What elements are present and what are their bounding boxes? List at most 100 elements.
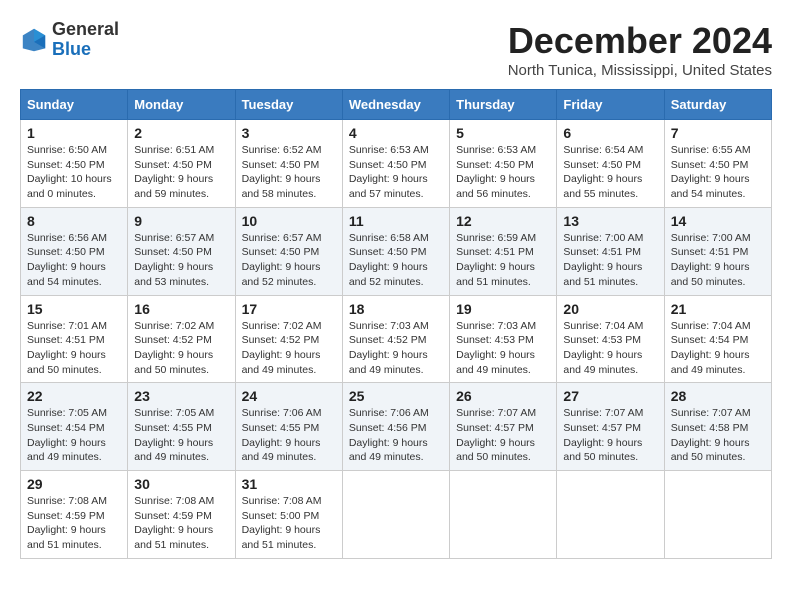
day-number: 2 (134, 125, 228, 141)
day-number: 26 (456, 388, 550, 404)
day-info: Sunrise: 7:07 AM Sunset: 4:57 PM Dayligh… (456, 406, 550, 465)
calendar-cell: 30Sunrise: 7:08 AM Sunset: 4:59 PM Dayli… (128, 471, 235, 559)
day-info: Sunrise: 7:00 AM Sunset: 4:51 PM Dayligh… (563, 231, 657, 290)
calendar-cell: 26 Sunrise: 7:07 AM Sunset: 4:57 PM Dayli… (450, 383, 557, 471)
title-area: December 2024 North Tunica, Mississippi,… (508, 20, 772, 79)
day-number: 13 (563, 213, 657, 229)
day-info: Sunrise: 6:55 AM Sunset: 4:50 PM Dayligh… (671, 143, 765, 202)
day-info: Sunrise: 6:58 AM Sunset: 4:50 PM Dayligh… (349, 231, 443, 290)
calendar-header-friday: Friday (557, 90, 664, 120)
month-title: December 2024 (508, 20, 772, 62)
day-info: Sunrise: 7:08 AM Sunset: 4:59 PM Dayligh… (134, 494, 228, 553)
calendar-cell: 11Sunrise: 6:58 AM Sunset: 4:50 PM Dayli… (342, 207, 449, 295)
calendar-header-wednesday: Wednesday (342, 90, 449, 120)
day-info: Sunrise: 6:50 AM Sunset: 4:50 PM Dayligh… (27, 143, 121, 202)
day-info: Sunrise: 6:53 AM Sunset: 4:50 PM Dayligh… (456, 143, 550, 202)
day-number: 12 (456, 213, 550, 229)
calendar-cell: 16 Sunrise: 7:02 AM Sunset: 4:52 PM Dayli… (128, 295, 235, 383)
location-title: North Tunica, Mississippi, United States (508, 62, 772, 79)
day-info: Sunrise: 7:02 AM Sunset: 4:52 PM Dayligh… (134, 319, 228, 378)
calendar-cell: 12Sunrise: 6:59 AM Sunset: 4:51 PM Dayli… (450, 207, 557, 295)
calendar-cell: 27 Sunrise: 7:07 AM Sunset: 4:57 PM Dayli… (557, 383, 664, 471)
day-number: 23 (134, 388, 228, 404)
calendar-cell: 4 Sunrise: 6:53 AM Sunset: 4:50 PM Daylig… (342, 120, 449, 208)
day-info: Sunrise: 6:52 AM Sunset: 4:50 PM Dayligh… (242, 143, 336, 202)
day-info: Sunrise: 6:57 AM Sunset: 4:50 PM Dayligh… (242, 231, 336, 290)
logo: General Blue (20, 20, 119, 60)
day-info: Sunrise: 7:06 AM Sunset: 4:56 PM Dayligh… (349, 406, 443, 465)
calendar-cell: 24 Sunrise: 7:06 AM Sunset: 4:55 PM Dayli… (235, 383, 342, 471)
logo-general-text: General (52, 20, 119, 40)
calendar-cell (342, 471, 449, 559)
day-number: 18 (349, 301, 443, 317)
day-info: Sunrise: 7:07 AM Sunset: 4:57 PM Dayligh… (563, 406, 657, 465)
calendar-cell: 17 Sunrise: 7:02 AM Sunset: 4:52 PM Dayli… (235, 295, 342, 383)
logo-blue-text: Blue (52, 40, 119, 60)
day-number: 22 (27, 388, 121, 404)
day-number: 31 (242, 476, 336, 492)
calendar-cell: 19 Sunrise: 7:03 AM Sunset: 4:53 PM Dayli… (450, 295, 557, 383)
calendar-cell: 28Sunrise: 7:07 AM Sunset: 4:58 PM Dayli… (664, 383, 771, 471)
day-info: Sunrise: 6:54 AM Sunset: 4:50 PM Dayligh… (563, 143, 657, 202)
calendar-cell: 18 Sunrise: 7:03 AM Sunset: 4:52 PM Dayli… (342, 295, 449, 383)
day-info: Sunrise: 7:05 AM Sunset: 4:54 PM Dayligh… (27, 406, 121, 465)
calendar-cell: 10Sunrise: 6:57 AM Sunset: 4:50 PM Dayli… (235, 207, 342, 295)
calendar-cell: 29Sunrise: 7:08 AM Sunset: 4:59 PM Dayli… (21, 471, 128, 559)
calendar-week-3: 15 Sunrise: 7:01 AM Sunset: 4:51 PM Dayli… (21, 295, 772, 383)
calendar-header-row: SundayMondayTuesdayWednesdayThursdayFrid… (21, 90, 772, 120)
day-number: 1 (27, 125, 121, 141)
day-info: Sunrise: 7:03 AM Sunset: 4:53 PM Dayligh… (456, 319, 550, 378)
day-info: Sunrise: 7:03 AM Sunset: 4:52 PM Dayligh… (349, 319, 443, 378)
calendar-cell: 2Sunrise: 6:51 AM Sunset: 4:50 PM Daylig… (128, 120, 235, 208)
day-info: Sunrise: 7:05 AM Sunset: 4:55 PM Dayligh… (134, 406, 228, 465)
day-number: 17 (242, 301, 336, 317)
day-number: 8 (27, 213, 121, 229)
calendar-cell (450, 471, 557, 559)
calendar-cell: 9 Sunrise: 6:57 AM Sunset: 4:50 PM Daylig… (128, 207, 235, 295)
calendar-week-1: 1 Sunrise: 6:50 AM Sunset: 4:50 PM Daylig… (21, 120, 772, 208)
calendar-cell: 5Sunrise: 6:53 AM Sunset: 4:50 PM Daylig… (450, 120, 557, 208)
day-number: 24 (242, 388, 336, 404)
page-header: General Blue December 2024 North Tunica,… (20, 20, 772, 79)
calendar-cell: 13 Sunrise: 7:00 AM Sunset: 4:51 PM Dayli… (557, 207, 664, 295)
calendar-week-5: 29 Sunrise: 7:08 AM Sunset: 4:59 PM Dayli… (21, 471, 772, 559)
day-info: Sunrise: 6:53 AM Sunset: 4:50 PM Dayligh… (349, 143, 443, 202)
day-number: 16 (134, 301, 228, 317)
calendar-cell: 15 Sunrise: 7:01 AM Sunset: 4:51 PM Dayli… (21, 295, 128, 383)
calendar-cell: 7 Sunrise: 6:55 AM Sunset: 4:50 PM Daylig… (664, 120, 771, 208)
day-number: 29 (27, 476, 121, 492)
calendar-header-sunday: Sunday (21, 90, 128, 120)
calendar-week-2: 8 Sunrise: 6:56 AM Sunset: 4:50 PM Daylig… (21, 207, 772, 295)
calendar-cell (557, 471, 664, 559)
day-number: 14 (671, 213, 765, 229)
calendar-cell: 25Sunrise: 7:06 AM Sunset: 4:56 PM Dayli… (342, 383, 449, 471)
day-info: Sunrise: 7:06 AM Sunset: 4:55 PM Dayligh… (242, 406, 336, 465)
calendar-cell: 20Sunrise: 7:04 AM Sunset: 4:53 PM Dayli… (557, 295, 664, 383)
day-info: Sunrise: 6:57 AM Sunset: 4:50 PM Dayligh… (134, 231, 228, 290)
calendar-header-monday: Monday (128, 90, 235, 120)
day-info: Sunrise: 7:04 AM Sunset: 4:54 PM Dayligh… (671, 319, 765, 378)
day-number: 19 (456, 301, 550, 317)
calendar-cell: 23 Sunrise: 7:05 AM Sunset: 4:55 PM Dayli… (128, 383, 235, 471)
day-number: 9 (134, 213, 228, 229)
calendar-cell (664, 471, 771, 559)
calendar-cell: 31Sunrise: 7:08 AM Sunset: 5:00 PM Dayli… (235, 471, 342, 559)
day-number: 6 (563, 125, 657, 141)
calendar-header-tuesday: Tuesday (235, 90, 342, 120)
day-info: Sunrise: 7:02 AM Sunset: 4:52 PM Dayligh… (242, 319, 336, 378)
calendar-table: SundayMondayTuesdayWednesdayThursdayFrid… (20, 89, 772, 559)
calendar-header-saturday: Saturday (664, 90, 771, 120)
day-number: 7 (671, 125, 765, 141)
day-info: Sunrise: 7:07 AM Sunset: 4:58 PM Dayligh… (671, 406, 765, 465)
day-number: 21 (671, 301, 765, 317)
calendar-header-thursday: Thursday (450, 90, 557, 120)
calendar-cell: 21 Sunrise: 7:04 AM Sunset: 4:54 PM Dayli… (664, 295, 771, 383)
day-number: 27 (563, 388, 657, 404)
calendar-cell: 22 Sunrise: 7:05 AM Sunset: 4:54 PM Dayli… (21, 383, 128, 471)
day-number: 15 (27, 301, 121, 317)
calendar-cell: 8 Sunrise: 6:56 AM Sunset: 4:50 PM Daylig… (21, 207, 128, 295)
day-info: Sunrise: 7:01 AM Sunset: 4:51 PM Dayligh… (27, 319, 121, 378)
day-number: 4 (349, 125, 443, 141)
day-info: Sunrise: 6:56 AM Sunset: 4:50 PM Dayligh… (27, 231, 121, 290)
day-info: Sunrise: 7:04 AM Sunset: 4:53 PM Dayligh… (563, 319, 657, 378)
